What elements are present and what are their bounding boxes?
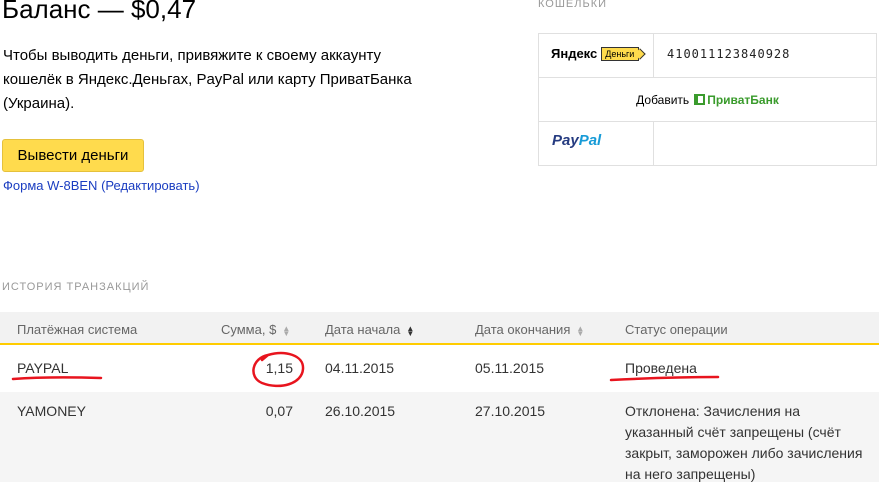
column-amount-label: Сумма, $	[221, 322, 277, 337]
add-label: Добавить	[636, 92, 690, 107]
column-start-date-label: Дата начала	[325, 322, 401, 337]
column-amount[interactable]: Сумма, $ ▲ ▼	[221, 322, 290, 337]
row-start-date: 04.11.2015	[325, 360, 395, 376]
privatbank-mark-icon	[694, 94, 706, 105]
row-status: Отклонена: Зачисления на указанный счёт …	[625, 403, 863, 482]
w8-form-link[interactable]: Форма W-8BEN	[3, 178, 97, 193]
row-end-date: 05.11.2015	[475, 360, 545, 376]
row-system: YAMONEY	[17, 403, 86, 419]
w8-edit-link[interactable]: (Редактировать)	[101, 178, 199, 193]
paypal-logo-pay: Pay	[552, 132, 579, 149]
column-end-date[interactable]: Дата окончания ▲ ▼	[475, 322, 584, 337]
table-header: Платёжная система Сумма, $ ▲ ▼ Дата начала…	[0, 312, 879, 345]
column-payment-system: Платёжная система	[17, 322, 138, 337]
row-system: PAYPAL	[17, 360, 69, 376]
privatbank-logo: ПриватБанк	[694, 93, 779, 107]
withdraw-info-text: Чтобы выводить деньги, привяжите к своем…	[3, 47, 412, 112]
yandex-wallet-number: 410011123840928	[667, 47, 791, 61]
wallet-row-yandex: Яндекс Деньги 410011123840928	[539, 34, 876, 78]
row-amount: 1,15	[265, 360, 293, 376]
column-status: Статус операции	[625, 322, 728, 337]
wallets-box: Яндекс Деньги 410011123840928 Добавить П…	[538, 33, 877, 166]
row-status: Проведена	[625, 360, 697, 376]
paypal-logo-cell[interactable]: PayPal	[539, 122, 654, 165]
sort-arrows-icon[interactable]: ▲ ▼	[576, 324, 584, 337]
row-amount: 0,07	[265, 403, 293, 419]
yandex-money-logo-cell: Яндекс Деньги	[539, 34, 654, 77]
privatbank-logo-text: ПриватБанк	[707, 92, 779, 107]
transactions-heading: ИСТОРИЯ ТРАНЗАКЦИЙ	[2, 281, 150, 293]
paypal-logo: PayPal	[552, 132, 601, 149]
yandex-money-badge: Деньги	[601, 46, 640, 61]
wallet-row-privat[interactable]: Добавить ПриватБанк	[539, 78, 876, 122]
table-row: PAYPAL 1,15 04.11.2015 05.11.2015 Провед…	[0, 347, 879, 392]
yandex-money-logo: Яндекс Деньги	[551, 46, 640, 61]
column-start-date[interactable]: Дата начала ▲ ▼	[325, 322, 414, 337]
paypal-logo-pal: Pal	[578, 132, 602, 149]
table-row: YAMONEY 0,07 26.10.2015 27.10.2015 Откло…	[0, 392, 879, 482]
wallets-heading: КОШЕЛЬКИ	[538, 0, 608, 10]
yandex-logo-text: Яндекс	[551, 46, 598, 61]
withdraw-button[interactable]: Вывести деньги	[2, 139, 144, 172]
add-privatbank-button[interactable]: Добавить ПриватБанк	[539, 78, 876, 121]
sort-arrows-icon[interactable]: ▲ ▼	[406, 324, 414, 337]
balance-title: Баланс — $0,47	[2, 0, 197, 24]
column-end-date-label: Дата окончания	[475, 322, 571, 337]
row-end-date: 27.10.2015	[475, 403, 546, 419]
sort-arrows-icon[interactable]: ▲ ▼	[282, 324, 290, 337]
w8-form-line: Форма W-8BEN (Редактировать)	[3, 178, 200, 193]
wallet-row-paypal: PayPal	[539, 122, 876, 165]
row-start-date: 26.10.2015	[325, 403, 396, 419]
